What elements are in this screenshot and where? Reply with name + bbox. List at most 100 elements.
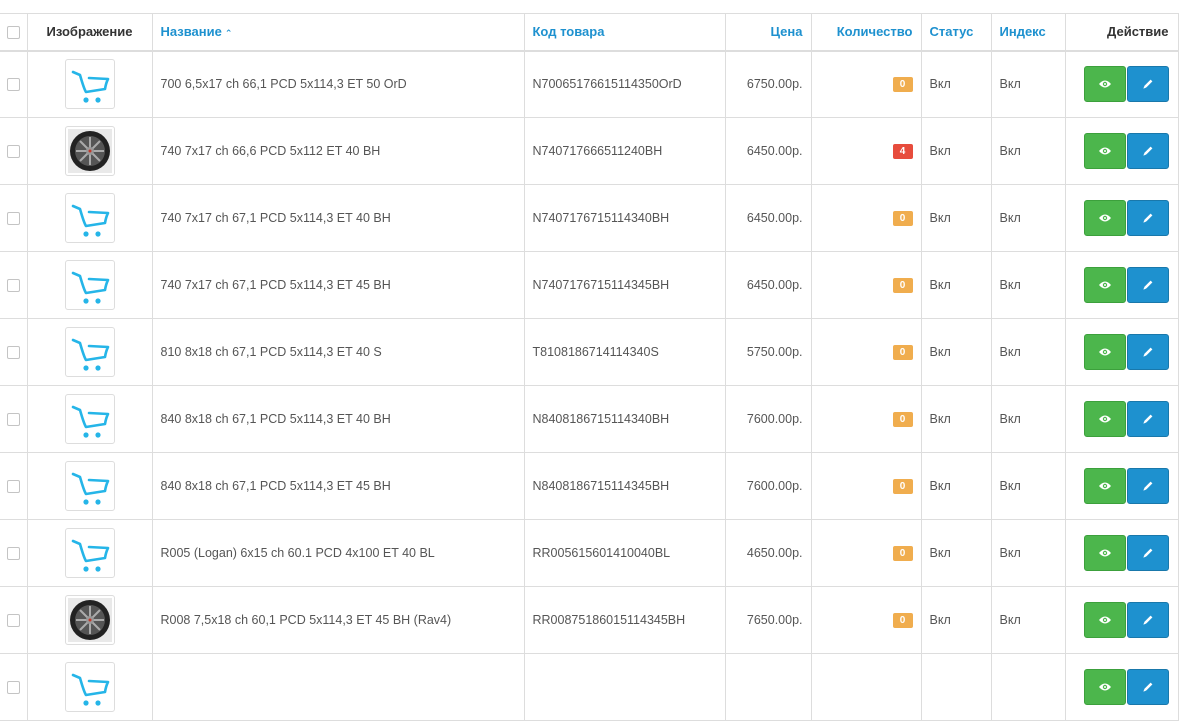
cart-placeholder-icon bbox=[64, 394, 115, 444]
cart-placeholder-icon bbox=[64, 461, 115, 511]
row-checkbox[interactable] bbox=[6, 614, 20, 628]
edit-button[interactable] bbox=[1126, 468, 1169, 504]
row-checkbox[interactable] bbox=[6, 480, 20, 494]
product-sku: N8408186715114340BH bbox=[523, 385, 726, 453]
product-index: Вкл bbox=[990, 519, 1066, 587]
select-all-checkbox[interactable] bbox=[6, 26, 20, 40]
product-price: 7600.00р. bbox=[724, 385, 812, 453]
product-index: Вкл bbox=[990, 452, 1066, 520]
view-button[interactable] bbox=[1083, 535, 1126, 571]
quantity-cell: 0 bbox=[810, 586, 922, 654]
quantity-cell: 0 bbox=[810, 184, 922, 252]
action-cell bbox=[1064, 318, 1179, 386]
header-sku: Код товара bbox=[523, 13, 726, 51]
product-sku: N70065176615114350OrD bbox=[523, 50, 726, 118]
sort-by-name-link[interactable]: Название ⌃ bbox=[161, 24, 233, 39]
row-checkbox[interactable] bbox=[6, 212, 20, 226]
view-button[interactable] bbox=[1083, 401, 1126, 437]
image-cell bbox=[26, 519, 153, 587]
product-status: Вкл bbox=[920, 251, 992, 319]
row-select-cell bbox=[0, 251, 28, 319]
row-checkbox[interactable] bbox=[6, 681, 20, 695]
cart-placeholder-icon bbox=[64, 662, 115, 712]
edit-button[interactable] bbox=[1126, 669, 1169, 705]
header-quantity: Количество bbox=[810, 13, 922, 51]
row-checkbox[interactable] bbox=[6, 78, 20, 92]
table-body: 700 6,5x17 ch 66,1 PCD 5x114,3 ET 50 OrD… bbox=[0, 50, 1179, 721]
edit-button[interactable] bbox=[1126, 66, 1169, 103]
header-image: Изображение bbox=[26, 13, 153, 51]
cart-placeholder-icon bbox=[64, 327, 115, 377]
sort-by-quantity-link[interactable]: Количество bbox=[837, 24, 913, 39]
product-name: 740 7x17 ch 67,1 PCD 5x114,3 ET 40 BH bbox=[151, 184, 525, 252]
view-button[interactable] bbox=[1083, 66, 1126, 103]
quantity-badge: 4 bbox=[892, 144, 913, 159]
product-sku: T8108186714114340S bbox=[523, 318, 726, 386]
image-cell bbox=[26, 385, 153, 453]
product-name: 740 7x17 ch 66,6 PCD 5x112 ET 40 BH bbox=[151, 117, 525, 185]
row-select-cell bbox=[0, 519, 28, 587]
view-button[interactable] bbox=[1083, 334, 1126, 370]
edit-button[interactable] bbox=[1126, 334, 1169, 370]
row-checkbox[interactable] bbox=[6, 547, 20, 561]
edit-button[interactable] bbox=[1126, 535, 1169, 571]
quantity-cell: 0 bbox=[810, 385, 922, 453]
product-name: 840 8x18 ch 67,1 PCD 5x114,3 ET 45 BH bbox=[151, 452, 525, 520]
cart-placeholder-icon bbox=[64, 193, 115, 243]
sort-by-price-link[interactable]: Цена bbox=[771, 24, 803, 39]
edit-button[interactable] bbox=[1126, 602, 1169, 638]
product-price: 6450.00р. bbox=[724, 184, 812, 252]
product-sku: N740717666511240BH bbox=[523, 117, 726, 185]
cart-placeholder-icon bbox=[64, 528, 115, 578]
product-list: Изображение Название ⌃ Код товара Цена Ко… bbox=[0, 13, 1179, 721]
product-index: Вкл bbox=[990, 586, 1066, 654]
product-index: Вкл bbox=[990, 184, 1066, 252]
row-checkbox[interactable] bbox=[6, 145, 20, 159]
view-button[interactable] bbox=[1083, 669, 1126, 705]
chevron-up-icon: ⌃ bbox=[224, 28, 233, 39]
row-select-cell bbox=[0, 653, 28, 721]
view-button[interactable] bbox=[1083, 602, 1126, 638]
product-thumbnail bbox=[64, 126, 115, 176]
edit-button[interactable] bbox=[1126, 401, 1169, 437]
edit-button[interactable] bbox=[1126, 200, 1169, 236]
action-cell bbox=[1064, 385, 1179, 453]
table-row: 740 7x17 ch 67,1 PCD 5x114,3 ET 45 BH N74… bbox=[0, 251, 1179, 319]
image-cell bbox=[26, 452, 153, 520]
quantity-cell: 0 bbox=[810, 519, 922, 587]
sort-by-index-link[interactable]: Индекс bbox=[1000, 24, 1046, 39]
product-status: Вкл bbox=[920, 184, 992, 252]
product-name: 810 8x18 ch 67,1 PCD 5x114,3 ET 40 S bbox=[151, 318, 525, 386]
row-checkbox[interactable] bbox=[6, 279, 20, 293]
header-index: Индекс bbox=[990, 13, 1066, 51]
product-price: 6750.00р. bbox=[724, 50, 812, 118]
edit-button[interactable] bbox=[1126, 133, 1169, 169]
sort-by-status-link[interactable]: Статус bbox=[930, 24, 974, 39]
view-button[interactable] bbox=[1083, 468, 1126, 504]
row-select-cell bbox=[0, 385, 28, 453]
action-cell bbox=[1064, 519, 1179, 587]
image-cell bbox=[26, 251, 153, 319]
sort-by-sku-link[interactable]: Код товара bbox=[533, 24, 605, 39]
view-button[interactable] bbox=[1083, 133, 1126, 169]
product-name: 700 6,5x17 ch 66,1 PCD 5x114,3 ET 50 OrD bbox=[151, 50, 525, 118]
product-status: Вкл bbox=[920, 318, 992, 386]
action-cell bbox=[1064, 452, 1179, 520]
view-button[interactable] bbox=[1083, 267, 1126, 303]
table-row: 700 6,5x17 ch 66,1 PCD 5x114,3 ET 50 OrD… bbox=[0, 50, 1179, 118]
quantity-cell: 4 bbox=[810, 117, 922, 185]
edit-button[interactable] bbox=[1126, 267, 1169, 303]
row-select-cell bbox=[0, 50, 28, 118]
table-row: 840 8x18 ch 67,1 PCD 5x114,3 ET 40 BH N84… bbox=[0, 385, 1179, 453]
product-status: Вкл bbox=[920, 586, 992, 654]
row-checkbox[interactable] bbox=[6, 346, 20, 360]
row-select-cell bbox=[0, 184, 28, 252]
quantity-cell: 0 bbox=[810, 452, 922, 520]
cart-placeholder-icon bbox=[64, 59, 115, 110]
product-status bbox=[920, 653, 992, 721]
quantity-badge: 0 bbox=[892, 479, 913, 494]
table-row: 840 8x18 ch 67,1 PCD 5x114,3 ET 45 BH N84… bbox=[0, 452, 1179, 520]
table-header-row: Изображение Название ⌃ Код товара Цена Ко… bbox=[0, 13, 1179, 51]
row-checkbox[interactable] bbox=[6, 413, 20, 427]
view-button[interactable] bbox=[1083, 200, 1126, 236]
